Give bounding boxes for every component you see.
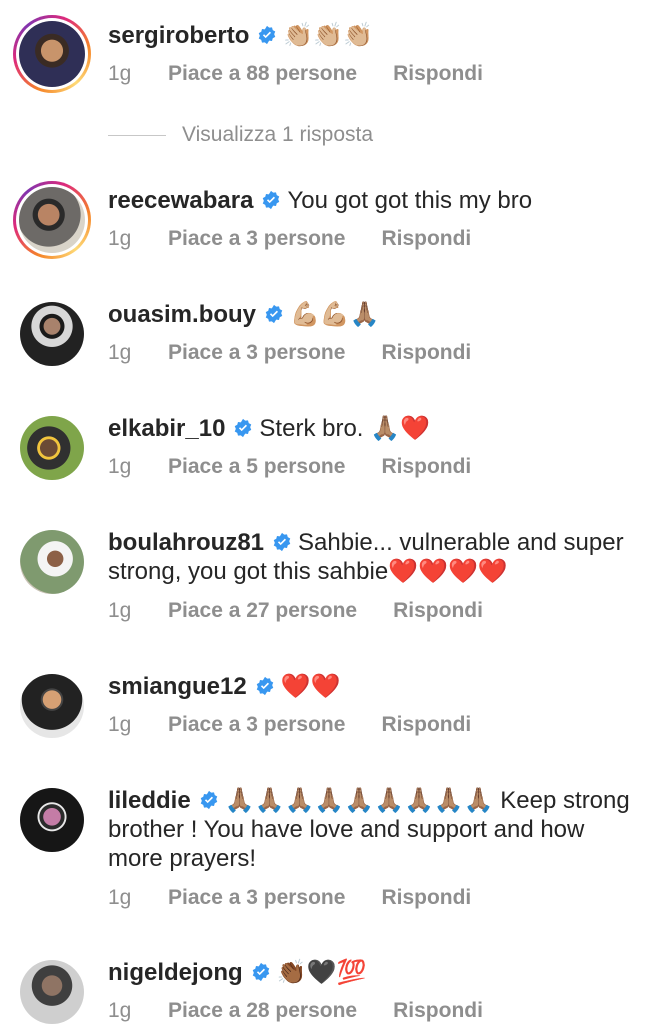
verified-badge-icon [252, 962, 269, 982]
view-replies-label: Visualizza 1 risposta [182, 123, 374, 146]
avatar[interactable] [20, 788, 84, 852]
likes-count-link[interactable]: Piace a 28 persone [168, 998, 357, 1024]
comment-username[interactable]: elkabir_10 [108, 415, 225, 442]
comment-time: 1g [108, 455, 132, 478]
reply-button[interactable]: Rispondi [393, 999, 483, 1022]
comment-time: 1g [108, 62, 132, 85]
view-replies-button[interactable]: Visualizza 1 risposta [108, 123, 373, 147]
avatar[interactable] [20, 960, 84, 1024]
comment-text: ❤️❤️ [280, 673, 341, 700]
reply-button[interactable]: Rispondi [381, 713, 471, 736]
verified-badge-icon [259, 25, 276, 45]
reply-button[interactable]: Rispondi [381, 341, 471, 364]
avatar[interactable] [20, 530, 84, 594]
reply-button[interactable]: Rispondi [381, 886, 471, 909]
comment-text: 👏🏾🖤💯 [276, 958, 367, 986]
verified-badge-icon [200, 790, 217, 810]
comment-username[interactable]: smiangue12 [108, 673, 247, 700]
likes-count-link[interactable]: Piace a 88 persone [168, 61, 357, 87]
comment-username[interactable]: reecewabara [108, 187, 253, 214]
reply-button[interactable]: Rispondi [393, 599, 483, 622]
avatar[interactable] [13, 181, 91, 259]
comment-username[interactable]: ouasim.bouy [108, 301, 256, 328]
avatar[interactable] [13, 15, 91, 93]
comment-username[interactable]: sergiroberto [108, 22, 249, 49]
comment-time: 1g [108, 227, 132, 250]
reply-button[interactable]: Rispondi [381, 227, 471, 250]
comment-text: 💪🏼💪🏼🙏🏽 [290, 300, 380, 328]
verified-badge-icon [263, 190, 280, 210]
reply-button[interactable]: Rispondi [393, 62, 483, 85]
verified-badge-icon [235, 418, 252, 438]
comment-time: 1g [108, 599, 132, 622]
divider-line [108, 134, 166, 136]
likes-count-link[interactable]: Piace a 5 persone [168, 454, 345, 480]
comment-time: 1g [108, 999, 132, 1022]
avatar[interactable] [20, 302, 84, 366]
comment-time: 1g [108, 886, 132, 909]
likes-count-link[interactable]: Piace a 3 persone [168, 885, 345, 911]
likes-count-link[interactable]: Piace a 27 persone [168, 598, 357, 624]
comment-time: 1g [108, 713, 132, 736]
likes-count-link[interactable]: Piace a 3 persone [168, 712, 345, 738]
verified-badge-icon [256, 676, 273, 696]
verified-badge-icon [273, 532, 291, 552]
likes-count-link[interactable]: Piace a 3 persone [168, 226, 345, 252]
avatar[interactable] [20, 416, 84, 480]
comment-username[interactable]: boulahrouz81 [108, 529, 264, 556]
comment-text: You got got this my bro [287, 187, 533, 214]
comment-time: 1g [108, 341, 132, 364]
avatar[interactable] [20, 674, 84, 738]
comment-text: 👏🏼👏🏼👏🏼 [283, 21, 374, 49]
comment-username[interactable]: nigeldejong [108, 959, 243, 986]
reply-button[interactable]: Rispondi [381, 455, 471, 478]
likes-count-link[interactable]: Piace a 3 persone [168, 340, 345, 366]
comment-text: Sterk bro. 🙏🏽❤️ [259, 415, 430, 442]
comment-username[interactable]: lileddie [108, 787, 191, 814]
verified-badge-icon [265, 304, 283, 324]
